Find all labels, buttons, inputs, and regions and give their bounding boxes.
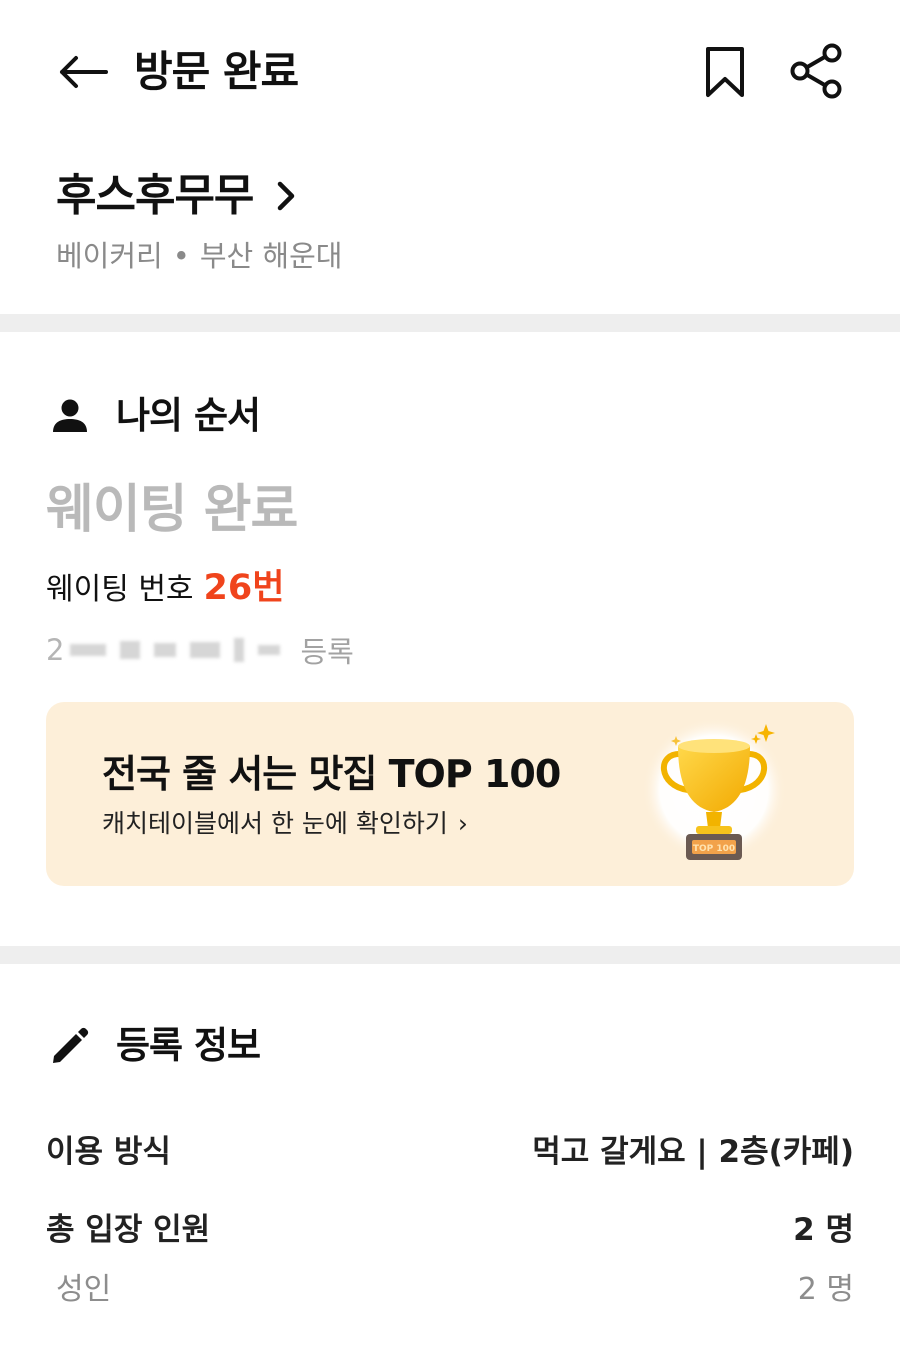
registered-time-prefix: 2 — [46, 633, 65, 667]
store-category: 베이커리 — [56, 239, 163, 273]
trophy-icon: TOP 100 — [642, 716, 792, 876]
waiting-number-value: 26번 — [203, 568, 285, 608]
meta-separator: • — [172, 239, 190, 273]
adults-label: 성인 — [56, 1272, 112, 1307]
top-bar: 방문 완료 — [0, 0, 900, 140]
waiting-number-label: 웨이팅 번호 — [46, 572, 194, 607]
total-guests-value: 2 명 — [793, 1211, 854, 1248]
registration-title: 등록 정보 — [116, 1024, 261, 1067]
banner-subtitle-row: 캐치테이블에서 한 눈에 확인하기 › — [102, 806, 468, 842]
store-meta: 베이커리 • 부산 해운대 — [56, 236, 342, 276]
banner-title: 전국 줄 서는 맛집 TOP 100 — [102, 752, 561, 796]
total-guests-label: 총 입장 인원 — [46, 1211, 211, 1248]
my-order-header: 나의 순서 — [48, 392, 261, 440]
info-row-total-guests: 총 입장 인원 2 명 — [46, 1202, 854, 1250]
info-row-adults: 성인 2 명 — [56, 1262, 854, 1310]
registration-header: 등록 정보 — [48, 1022, 261, 1070]
chevron-right-icon: › — [457, 809, 468, 838]
bookmark-icon — [706, 47, 744, 97]
redacted-timestamp — [70, 638, 294, 662]
arrow-left-icon — [60, 56, 108, 88]
pencil-icon — [48, 1024, 92, 1068]
waiting-status: 웨이팅 완료 — [46, 480, 298, 540]
share-button[interactable] — [786, 40, 848, 102]
bookmark-button[interactable] — [700, 42, 750, 102]
page-title: 방문 완료 — [134, 47, 299, 96]
my-order-title: 나의 순서 — [116, 394, 261, 437]
store-location: 부산 해운대 — [199, 239, 343, 273]
top100-banner[interactable]: 전국 줄 서는 맛집 TOP 100 캐치테이블에서 한 눈에 확인하기 › T… — [46, 702, 854, 886]
registered-label: 등록 — [300, 635, 354, 669]
section-divider — [0, 314, 900, 332]
usage-label: 이용 방식 — [46, 1133, 171, 1170]
adults-value: 2 명 — [797, 1272, 854, 1307]
share-icon — [790, 43, 842, 99]
waiting-number-row: 웨이팅 번호 26번 — [46, 566, 284, 612]
store-header: 후스후무무 — [56, 166, 297, 226]
section-divider — [0, 946, 900, 964]
usage-value: 먹고 갈게요 | 2층(카페) — [532, 1133, 854, 1170]
back-button[interactable] — [56, 50, 108, 94]
person-icon — [48, 394, 92, 438]
info-row-usage: 이용 방식 먹고 갈게요 | 2층(카페) — [46, 1124, 854, 1172]
trophy-plate-text: TOP 100 — [693, 844, 735, 854]
store-name-link[interactable]: 후스후무무 — [56, 166, 297, 226]
store-name: 후스후무무 — [56, 170, 254, 221]
registered-time-row: 2 등록 — [46, 628, 354, 672]
chevron-right-icon — [275, 179, 297, 213]
banner-subtitle: 캐치테이블에서 한 눈에 확인하기 — [102, 809, 448, 838]
